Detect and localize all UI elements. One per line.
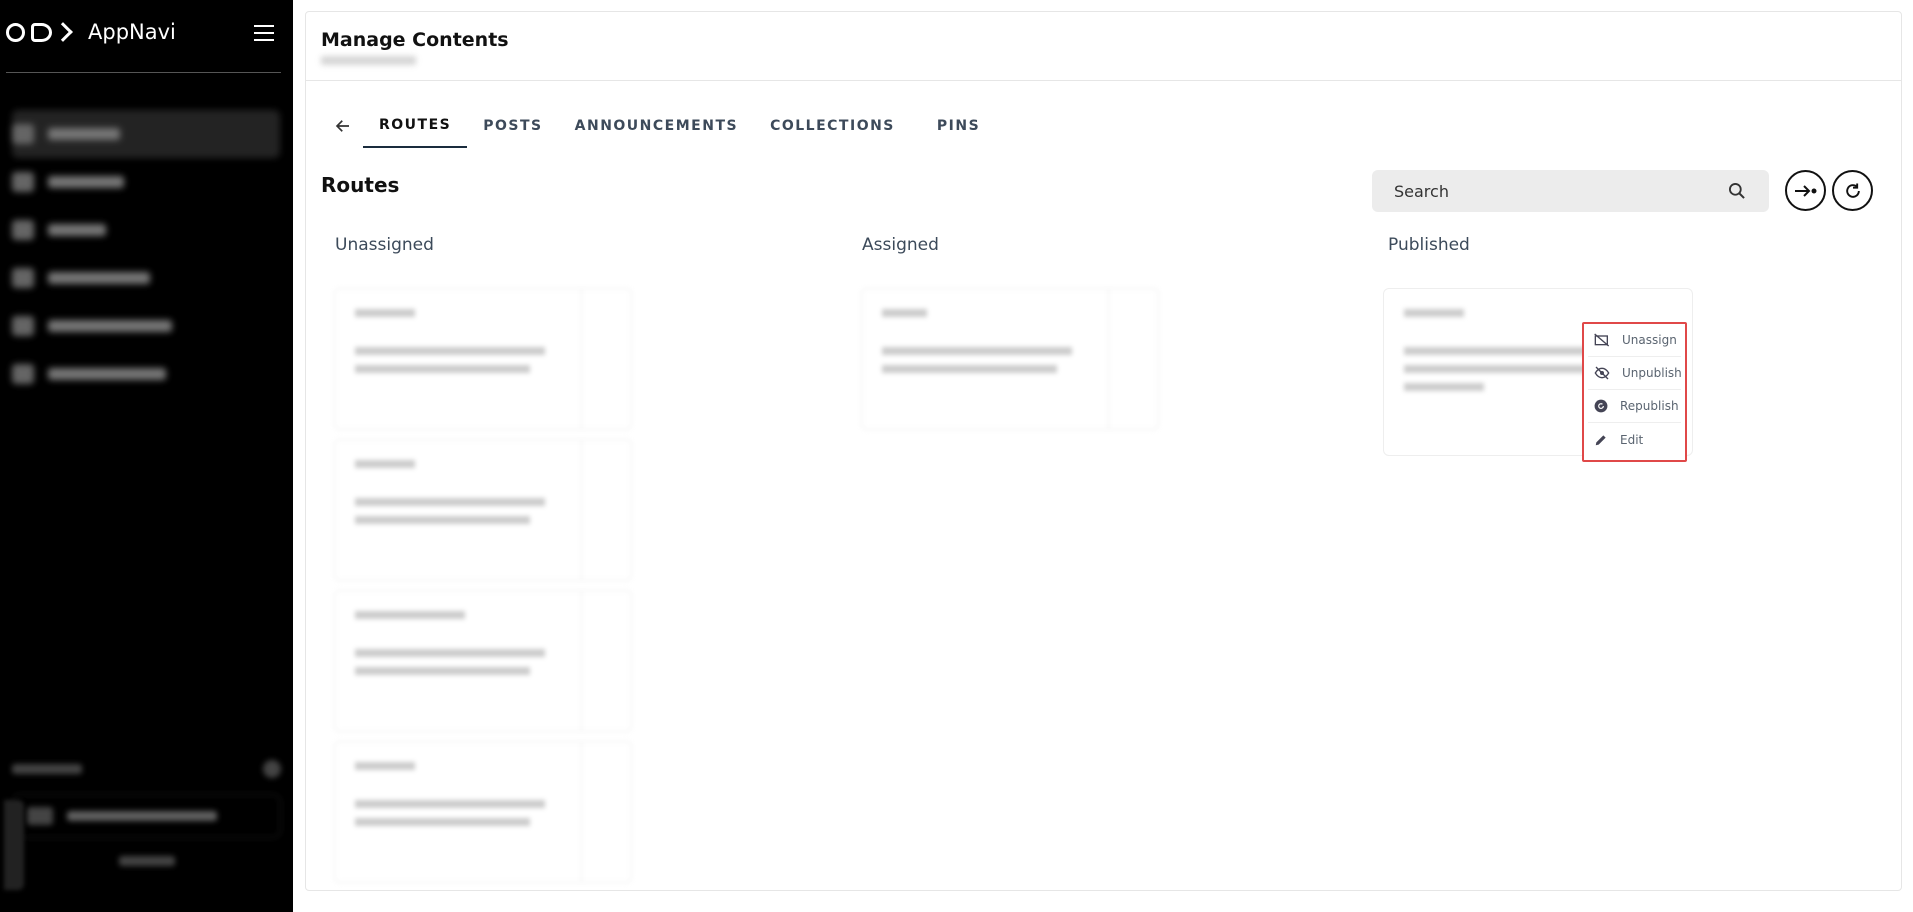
route-card[interactable]	[334, 439, 632, 581]
column-assigned-title: Assigned	[862, 235, 939, 255]
sidebar-item-4[interactable]	[12, 254, 280, 302]
menu-item-unassign[interactable]: Unassign	[1588, 324, 1681, 357]
move-button[interactable]	[1785, 170, 1826, 211]
menu-item-edit[interactable]: Edit	[1588, 423, 1681, 456]
route-card[interactable]	[861, 288, 1159, 430]
menu-item-label: Republish	[1620, 399, 1679, 413]
column-published-title: Published	[1388, 235, 1470, 255]
app-logo[interactable]: AppNavi	[6, 20, 176, 44]
route-card[interactable]	[334, 288, 632, 430]
arrow-right-dot-icon	[1794, 184, 1816, 197]
card-context-menu: Unassign Unpublish Republish Edit	[1582, 322, 1687, 462]
pencil-icon	[1595, 434, 1606, 445]
feedback-tab[interactable]	[4, 800, 24, 890]
logo-d-icon	[31, 22, 52, 42]
tab-collections[interactable]: COLLECTIONS	[754, 103, 911, 148]
search-input[interactable]: Search	[1372, 170, 1769, 212]
republish-icon	[1594, 399, 1608, 413]
tab-announcements[interactable]: ANNOUNCEMENTS	[559, 103, 754, 148]
route-card[interactable]	[334, 741, 632, 883]
page-title: Manage Contents	[321, 29, 509, 51]
menu-item-label: Unassign	[1622, 333, 1677, 347]
eye-off-icon	[1594, 366, 1610, 380]
sidebar-divider	[6, 72, 281, 73]
logo-chevron-icon	[53, 22, 73, 42]
search-icon[interactable]	[1727, 181, 1747, 201]
sidebar-item-5[interactable]	[12, 302, 280, 350]
tab-routes[interactable]: ROUTES	[363, 103, 468, 148]
unassign-icon	[1594, 333, 1610, 347]
column-unassigned-title: Unassigned	[335, 235, 434, 255]
sidebar-footer	[12, 760, 281, 882]
app-name: AppNavi	[88, 20, 176, 44]
back-arrow-icon[interactable]	[323, 103, 363, 148]
refresh-icon	[1845, 183, 1860, 198]
route-card[interactable]	[334, 590, 632, 732]
sidebar-item-6[interactable]	[12, 350, 280, 398]
tab-pins[interactable]: PINS	[921, 103, 996, 148]
menu-item-republish[interactable]: Republish	[1588, 390, 1681, 423]
search-placeholder: Search	[1394, 181, 1449, 201]
logo-ring-icon	[6, 22, 25, 42]
workspace-selector[interactable]	[12, 794, 281, 838]
menu-toggle-icon[interactable]	[254, 25, 274, 41]
menu-item-label: Edit	[1620, 432, 1644, 447]
sidebar-nav	[12, 110, 280, 398]
tab-posts[interactable]: POSTS	[467, 103, 558, 148]
refresh-button[interactable]	[1832, 170, 1873, 211]
sidebar-item-2[interactable]	[12, 158, 280, 206]
menu-item-unpublish[interactable]: Unpublish	[1588, 357, 1682, 390]
page-header: Manage Contents	[306, 12, 1901, 81]
menu-item-label: Unpublish	[1622, 366, 1682, 380]
sidebar-item-1[interactable]	[12, 110, 280, 158]
section-title: Routes	[321, 173, 400, 197]
sidebar: AppNavi	[0, 0, 293, 912]
sidebar-item-3[interactable]	[12, 206, 280, 254]
tab-bar: ROUTES POSTS ANNOUNCEMENTS COLLECTIONS P…	[323, 103, 996, 148]
page-subtitle	[321, 56, 416, 65]
